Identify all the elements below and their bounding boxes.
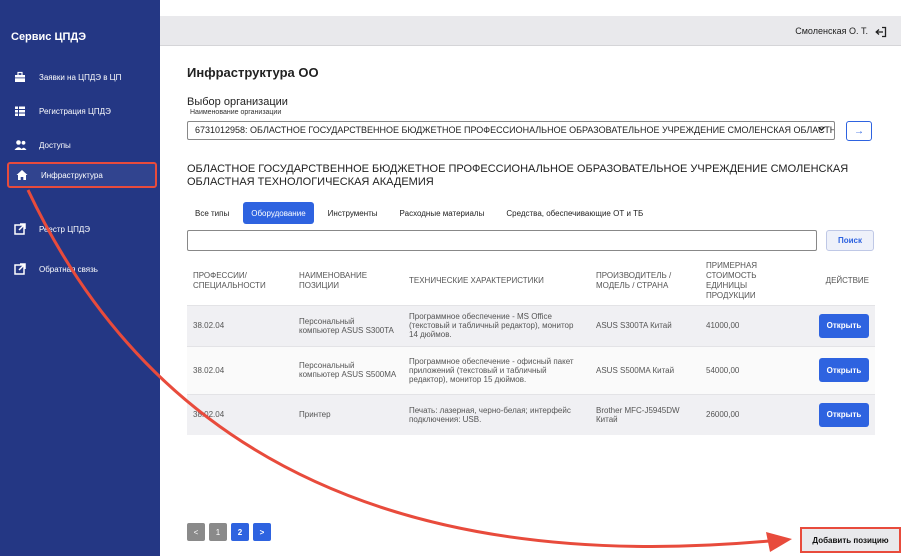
home-icon	[15, 168, 29, 182]
cell-maker: ASUS S300TA Китай	[590, 304, 700, 346]
sidebar-item-access[interactable]: Доступы	[7, 132, 157, 158]
sidebar-item-label: Обратная связь	[39, 264, 98, 274]
org-select-label: Выбор организации	[187, 96, 288, 108]
arrow-right-icon: →	[854, 125, 864, 137]
column-header: ДЕЙСТВИЕ	[825, 275, 869, 285]
cell-code: 38.02.04	[187, 345, 293, 394]
cell-maker: Brother MFC-J5945DW Китай	[590, 393, 700, 435]
equipment-table: ПРОФЕССИИ/ СПЕЦИАЛЬНОСТИ НАИМЕНОВАНИЕ ПО…	[187, 257, 875, 435]
prev-page-button[interactable]: <	[187, 523, 205, 541]
org-select-value: 6731012958: ОБЛАСТНОЕ ГОСУДАРСТВЕННОЕ БЮ…	[195, 125, 834, 135]
column-header: НАИМЕНОВАНИЕ ПОЗИЦИИ	[299, 270, 368, 290]
org-select-sublabel: Наименование организации	[190, 109, 282, 116]
search-button[interactable]: Поиск	[826, 230, 874, 251]
sidebar-item-label: Заявки на ЦПДЭ в ЦП	[39, 72, 122, 82]
user-name[interactable]: Смоленская О. Т.	[795, 26, 868, 36]
page-button-1[interactable]: 1	[209, 523, 227, 541]
briefcase-icon	[13, 70, 27, 84]
tab-equipment[interactable]: Оборудование	[243, 202, 314, 224]
page-title: Инфраструктура ОО	[187, 65, 319, 80]
top-bar: Смоленская О. Т.	[160, 16, 901, 46]
open-button[interactable]: Открыть	[819, 358, 869, 382]
cell-specs: Печать: лазерная, черно-белая; интерфейс…	[403, 393, 590, 435]
cell-action: Открыть	[800, 393, 875, 435]
type-tabs: Все типы Оборудование Инструменты Расход…	[187, 201, 657, 225]
org-full-name: ОБЛАСТНОЕ ГОСУДАРСТВЕННОЕ БЮДЖЕТНОЕ ПРОФ…	[187, 163, 849, 188]
search-input[interactable]	[187, 230, 817, 251]
tab-safety-equipment[interactable]: Средства, обеспечивающие ОТ и ТБ	[498, 202, 651, 224]
open-button[interactable]: Открыть	[819, 313, 869, 338]
tab-all-types[interactable]: Все типы	[187, 202, 237, 224]
sidebar-item-label: Реестр ЦПДЭ	[39, 224, 91, 234]
chevron-down-icon	[817, 124, 826, 136]
cell-name: Принтер	[293, 393, 403, 435]
table-header-row: ПРОФЕССИИ/ СПЕЦИАЛЬНОСТИ НАИМЕНОВАНИЕ ПО…	[187, 257, 875, 305]
cell-code: 38.02.04	[187, 393, 293, 435]
sidebar-item-registration[interactable]: Регистрация ЦПДЭ	[7, 98, 157, 124]
column-header: ПРОИЗВОДИТЕЛЬ / МОДЕЛЬ / СТРАНА	[596, 270, 672, 290]
sidebar-item-infrastructure[interactable]: Инфраструктура	[7, 162, 157, 188]
cell-specs: Программное обеспечение - MS Office (тек…	[403, 304, 590, 346]
sidebar-item-label: Доступы	[39, 140, 71, 150]
add-position-button[interactable]: Добавить позицию	[800, 527, 901, 553]
users-icon	[13, 138, 27, 152]
next-page-button[interactable]: >	[253, 523, 271, 541]
table-row: 38.02.04 Принтер Печать: лазерная, черно…	[187, 393, 875, 435]
cell-code: 38.02.04	[187, 304, 293, 346]
sidebar-item-registry[interactable]: Реестр ЦПДЭ	[7, 216, 157, 242]
cell-price: 26000,00	[700, 393, 800, 435]
open-button[interactable]: Открыть	[819, 402, 869, 427]
cell-price: 41000,00	[700, 304, 800, 346]
sidebar-item-label: Инфраструктура	[41, 170, 103, 180]
sidebar-item-requests[interactable]: Заявки на ЦПДЭ в ЦП	[7, 64, 157, 90]
cell-maker: ASUS S500MA Китай	[590, 345, 700, 394]
main-content: Инфраструктура ОО Выбор организации Наим…	[160, 46, 901, 556]
tab-consumables[interactable]: Расходные материалы	[392, 202, 493, 224]
column-header: ТЕХНИЧЕСКИЕ ХАРАКТЕРИСТИКИ	[409, 275, 544, 285]
go-button[interactable]: →	[846, 121, 872, 141]
external-link-icon	[13, 222, 27, 236]
sidebar: Сервис ЦПДЭ Заявки на ЦПДЭ в ЦП Регистра…	[0, 0, 160, 556]
cell-specs: Программное обеспечение - офисный пакет …	[403, 345, 590, 394]
sidebar-item-label: Регистрация ЦПДЭ	[39, 106, 111, 116]
sidebar-item-feedback[interactable]: Обратная связь	[7, 256, 157, 282]
list-icon	[13, 104, 27, 118]
tab-tools[interactable]: Инструменты	[320, 202, 386, 224]
column-header: ПРОФЕССИИ/ СПЕЦИАЛЬНОСТИ	[193, 270, 266, 290]
cell-name: Персональный компьютер ASUS S300TA	[293, 304, 403, 346]
table-row: 38.02.04 Персональный компьютер ASUS S50…	[187, 345, 875, 394]
cell-name: Персональный компьютер ASUS S500MA	[293, 345, 403, 394]
table-row: 38.02.04 Персональный компьютер ASUS S30…	[187, 304, 875, 346]
cell-action: Открыть	[800, 345, 875, 394]
cell-action: Открыть	[800, 304, 875, 346]
column-header: ПРИМЕРНАЯ СТОИМОСТЬ ЕДИНИЦЫ ПРОДУКЦИИ	[706, 260, 758, 300]
org-select[interactable]: 6731012958: ОБЛАСТНОЕ ГОСУДАРСТВЕННОЕ БЮ…	[187, 121, 835, 140]
external-link-icon	[13, 262, 27, 276]
pagination: < 1 2 >	[187, 523, 275, 541]
page-button-2[interactable]: 2	[231, 523, 249, 541]
cell-price: 54000,00	[700, 345, 800, 394]
sidebar-title: Сервис ЦПДЭ	[11, 31, 87, 43]
logout-icon[interactable]	[875, 25, 887, 38]
